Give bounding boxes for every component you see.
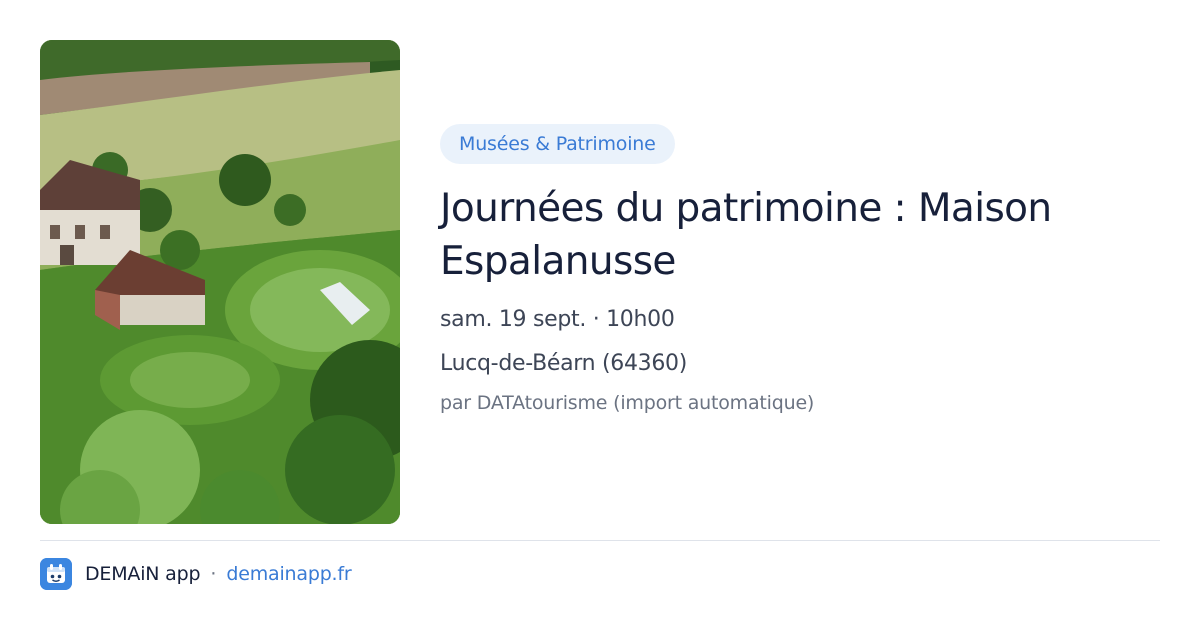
footer-divider — [40, 540, 1160, 541]
footer-separator: · — [210, 563, 217, 585]
event-location: Lucq-de-Béarn (64360) — [440, 351, 688, 376]
app-logo-icon — [40, 558, 72, 590]
event-info: Musées & Patrimoine Journées du patrimoi… — [440, 124, 1160, 416]
landscape-photo — [40, 40, 400, 524]
footer: DEMAiN app · demainapp.fr — [40, 558, 352, 590]
app-name: DEMAiN app — [85, 563, 201, 585]
event-photo — [40, 40, 400, 524]
event-datetime: sam. 19 sept. · 10h00 — [440, 307, 675, 332]
event-source: par DATAtourisme (import automatique) — [440, 392, 815, 414]
event-title: Journées du patrimoine : Maison Espalanu… — [440, 186, 1052, 284]
category-badge[interactable]: Musées & Patrimoine — [440, 124, 675, 164]
app-website-link[interactable]: demainapp.fr — [226, 563, 351, 585]
